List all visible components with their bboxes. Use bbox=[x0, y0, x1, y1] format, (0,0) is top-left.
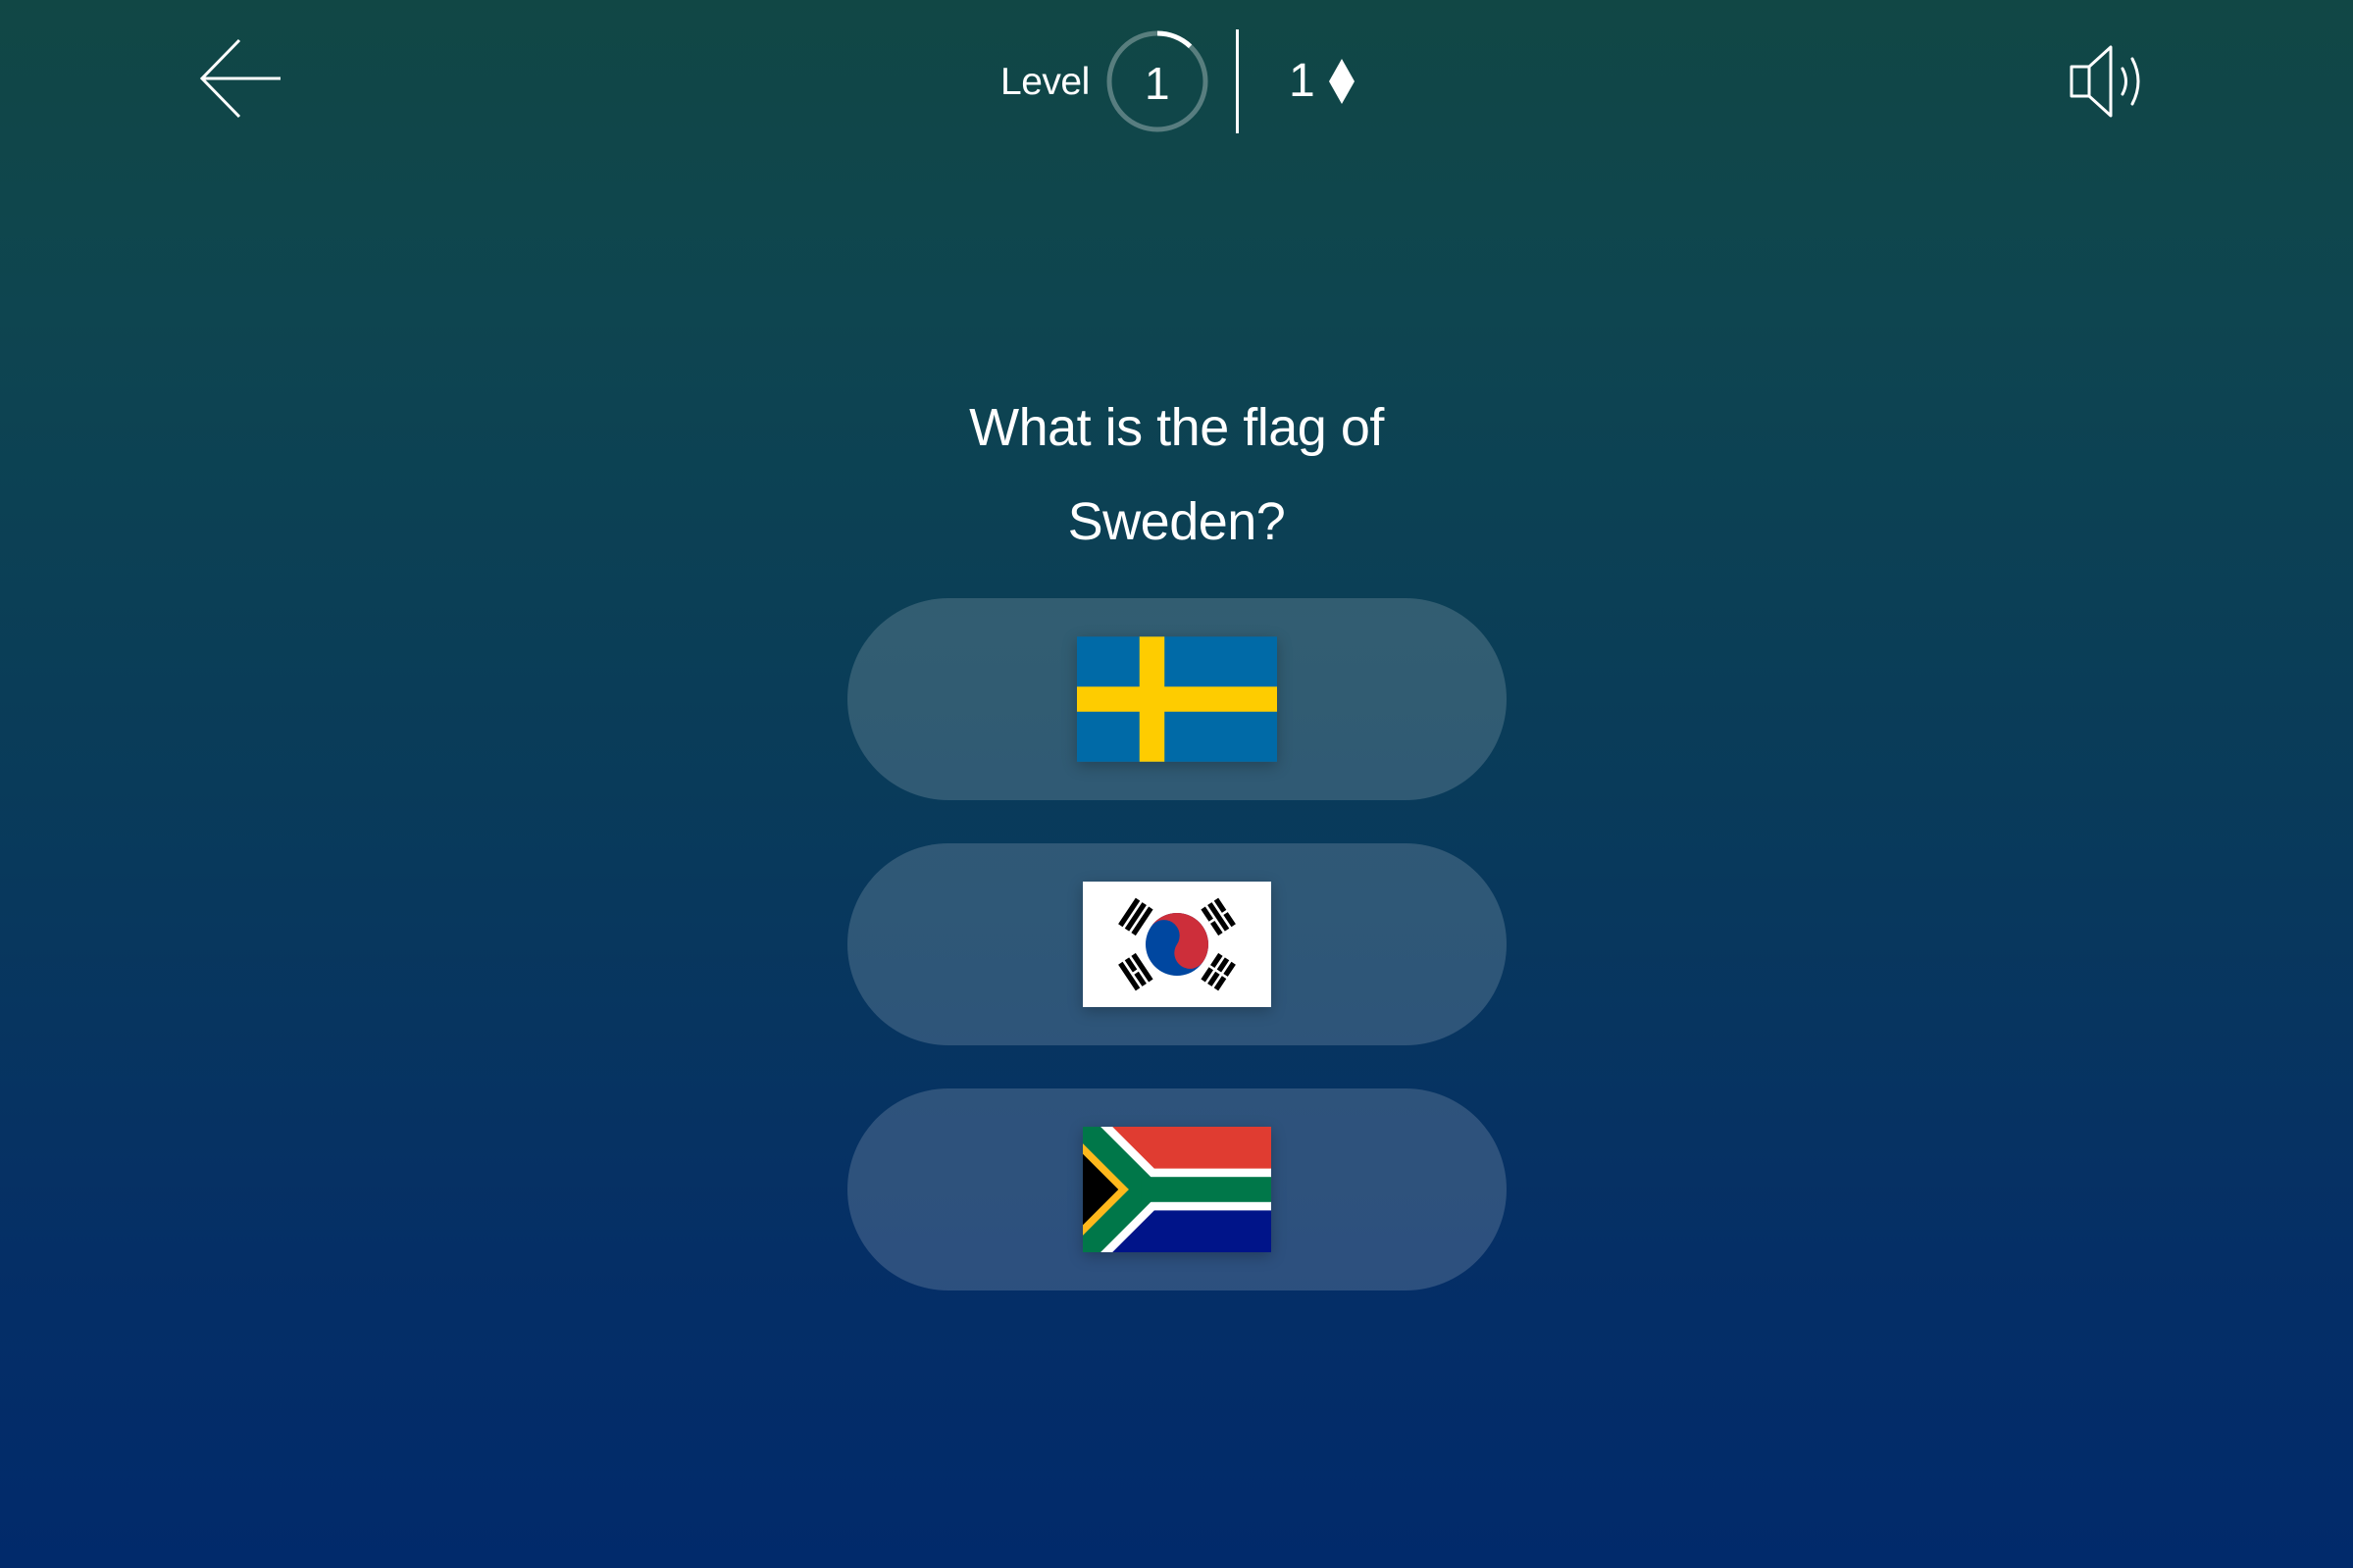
answer-option-1[interactable] bbox=[847, 598, 1507, 800]
south-africa-flag bbox=[1083, 1127, 1271, 1252]
level-number: 1 bbox=[1144, 58, 1170, 109]
sound-toggle-button[interactable] bbox=[2068, 43, 2154, 120]
back-button[interactable] bbox=[196, 37, 284, 120]
gem-counter: 1 bbox=[1289, 51, 1356, 112]
arrow-left-icon bbox=[199, 38, 281, 119]
gem-count: 1 bbox=[1289, 55, 1315, 107]
level-progress-ring: 1 bbox=[1105, 29, 1209, 133]
answer-option-3[interactable] bbox=[847, 1088, 1507, 1290]
question-text: What is the flag of Sweden? bbox=[0, 380, 2353, 569]
question-line-2: Sweden? bbox=[1067, 492, 1286, 551]
speaker-icon bbox=[2070, 45, 2140, 118]
question-line-1: What is the flag of bbox=[969, 398, 1384, 457]
level-indicator: Level 1 bbox=[1000, 27, 1209, 135]
answer-option-2[interactable] bbox=[847, 843, 1507, 1045]
sweden-flag bbox=[1077, 636, 1277, 762]
diamond-icon bbox=[1328, 59, 1355, 104]
header-divider bbox=[1236, 29, 1239, 133]
south-korea-flag bbox=[1083, 882, 1271, 1007]
level-label: Level bbox=[1000, 60, 1090, 103]
